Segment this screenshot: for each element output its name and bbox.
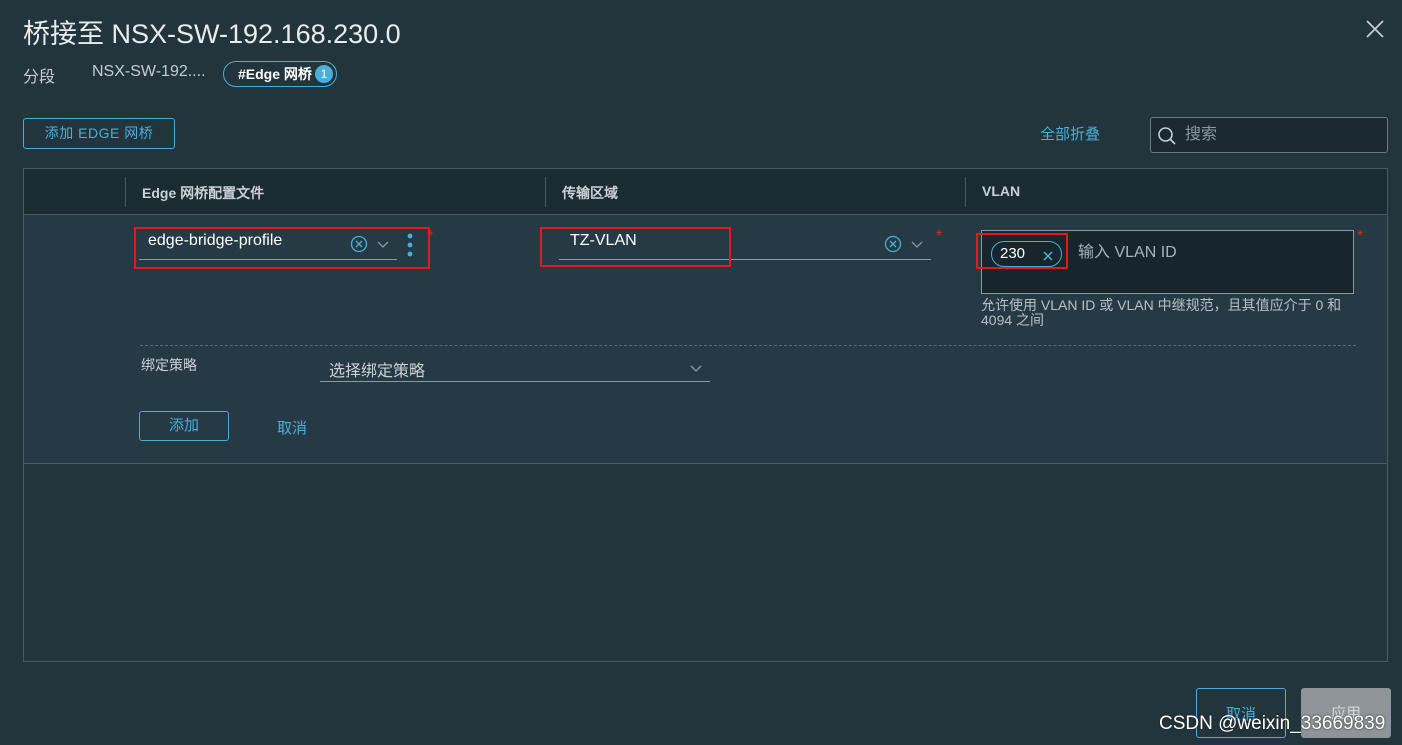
tab-edge-bridge-label: #Edge 网桥 [238, 66, 312, 82]
highlight-box [540, 227, 731, 267]
breadcrumb-segment-label: 分段 [23, 69, 56, 86]
tab-count-badge: 1 [314, 65, 333, 83]
binding-policy-select[interactable]: 选择绑定策略 [329, 357, 425, 381]
chevron-down-icon[interactable] [911, 237, 923, 249]
column-divider [125, 177, 126, 207]
collapse-all-link[interactable]: 全部折叠 [1040, 123, 1100, 144]
binding-policy-underline [320, 381, 710, 382]
highlight-box [134, 227, 430, 269]
vlan-help-text: 允许使用 VLAN ID 或 VLAN 中继规范，且其值应介于 0 和 4094… [981, 297, 1342, 328]
watermark-text: CSDN @weixin_33669839 [1159, 713, 1386, 734]
divider [140, 345, 1356, 346]
add-button[interactable]: 添加 [139, 411, 229, 441]
search-input[interactable] [1185, 124, 1375, 146]
grid-header: Edge 网桥配置文件 传输区域 VLAN [24, 169, 1387, 215]
add-edge-bridge-button[interactable]: 添加 EDGE 网桥 [23, 118, 175, 149]
tab-edge-bridge[interactable]: #Edge 网桥 1 [223, 61, 337, 87]
binding-policy-label: 绑定策略 [141, 357, 197, 373]
column-header-vlan: VLAN [982, 183, 1021, 199]
column-divider [545, 177, 546, 207]
clear-icon[interactable] [884, 235, 902, 253]
bridge-grid: Edge 网桥配置文件 传输区域 VLAN edge-bridge-profil… [23, 168, 1388, 662]
highlight-box [976, 233, 1068, 269]
dialog-title: 桥接至 NSX-SW-192.168.230.0 [23, 19, 401, 49]
chevron-down-icon[interactable] [690, 361, 702, 373]
close-icon[interactable] [1364, 18, 1386, 40]
vlan-input[interactable] [1078, 241, 1348, 265]
breadcrumb-segment-name[interactable]: NSX-SW-192.... [92, 63, 206, 81]
column-divider [965, 177, 966, 207]
cancel-link[interactable]: 取消 [277, 417, 307, 438]
required-mark: * [936, 228, 943, 245]
search-box[interactable] [1150, 117, 1388, 153]
column-header-transport-zone: 传输区域 [562, 185, 618, 201]
add-bridge-form: edge-bridge-profile * TZ-VLAN * 230 输入 V… [24, 215, 1387, 464]
search-icon [1157, 126, 1177, 146]
required-mark: * [1357, 228, 1364, 245]
column-header-edge-profile: Edge 网桥配置文件 [142, 185, 265, 201]
